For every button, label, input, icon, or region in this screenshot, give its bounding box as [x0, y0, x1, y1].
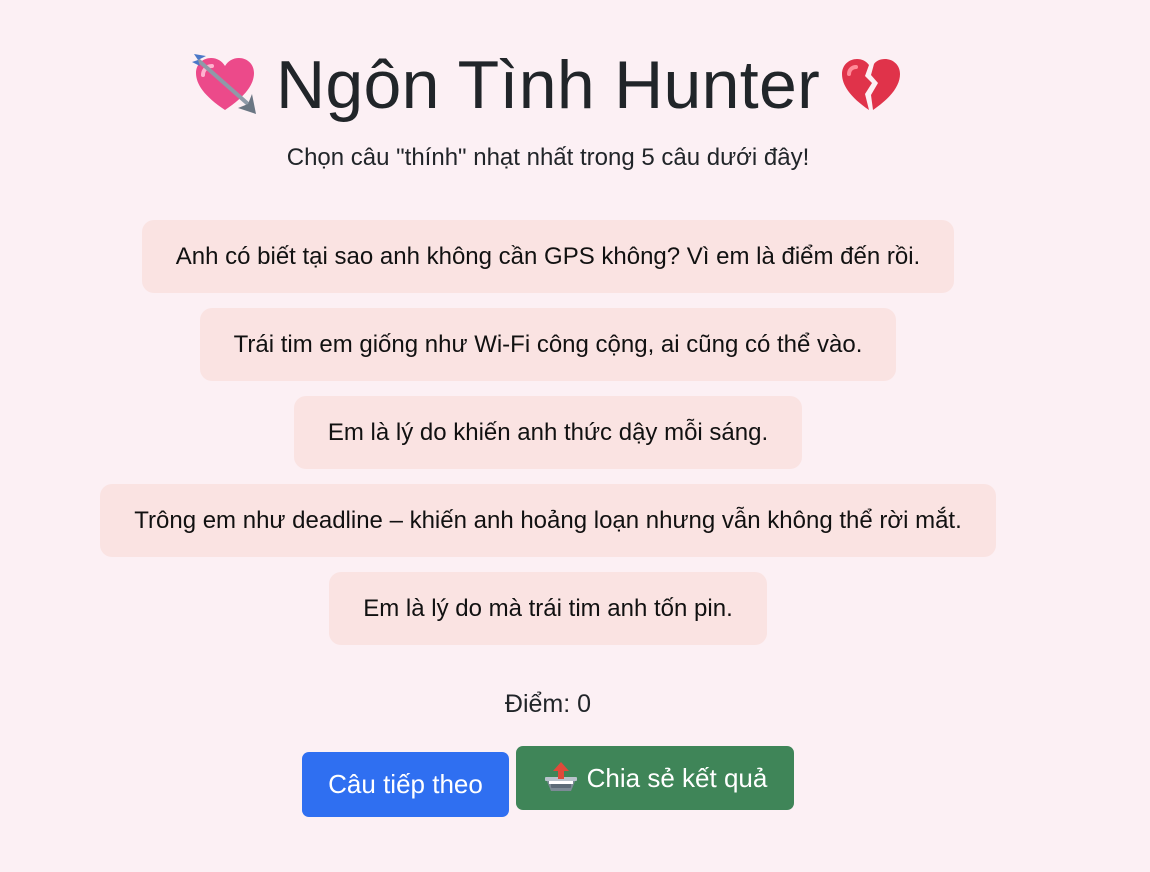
header: Ngôn Tình Hunter — [0, 44, 1096, 126]
page-title: Ngôn Tình Hunter — [275, 47, 821, 123]
outbox-tray-icon — [543, 761, 579, 795]
broken-heart-icon — [838, 52, 904, 118]
page: Ngôn Tình Hunter Chọn câu "thính" nhạt n… — [0, 0, 1150, 872]
option-5[interactable]: Em là lý do mà trái tim anh tốn pin. — [329, 572, 767, 645]
share-result-button[interactable]: Chia sẻ kết quả — [516, 746, 794, 810]
next-question-button[interactable]: Câu tiếp theo — [302, 752, 509, 817]
next-question-label: Câu tiếp theo — [328, 769, 483, 799]
score-display: Điểm: 0 — [504, 690, 592, 718]
options-list: Anh có biết tại sao anh không cần GPS kh… — [0, 220, 1096, 645]
option-3[interactable]: Em là lý do khiến anh thức dậy mỗi sáng. — [293, 396, 803, 469]
share-result-label: Chia sẻ kết quả — [586, 762, 768, 793]
option-2[interactable]: Trái tim em giống như Wi-Fi công cộng, a… — [199, 308, 897, 381]
subtitle: Chọn câu "thính" nhạt nhất trong 5 câu d… — [286, 144, 810, 171]
option-4[interactable]: Trông em như deadline – khiến anh hoảng … — [100, 484, 996, 557]
heart-with-arrow-icon — [191, 52, 258, 118]
option-1[interactable]: Anh có biết tại sao anh không cần GPS kh… — [141, 220, 955, 293]
